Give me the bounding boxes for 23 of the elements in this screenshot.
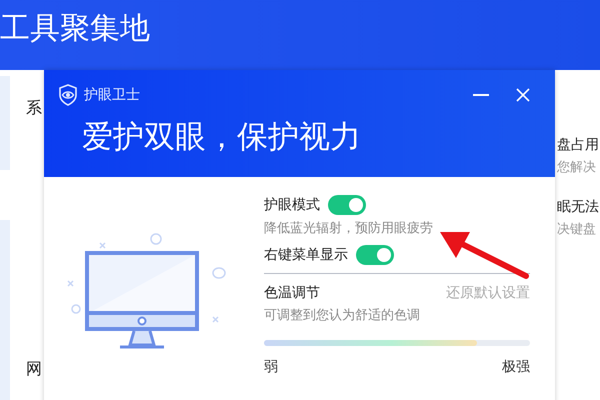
item-description: 您解决 (557, 159, 597, 176)
color-temperature-slider[interactable] (264, 340, 477, 346)
app-title: 工具聚集地 (0, 10, 150, 48)
minimize-icon (473, 94, 489, 96)
section-description: 可调整到您认为舒适的色调 (264, 307, 421, 324)
section-label: 系 (26, 98, 42, 119)
setting-description: 降低蓝光辐射，预防用眼疲劳 (264, 220, 434, 237)
section-title: 色温调节 (264, 284, 320, 302)
toggle-switch[interactable] (356, 245, 394, 265)
dialog-title: 护眼卫士 (84, 86, 140, 104)
reset-link[interactable]: 还原默认设置 (446, 284, 530, 302)
toggle-switch[interactable] (328, 195, 366, 215)
section-label: 网 (26, 359, 42, 380)
item-title: 盘占用 (557, 136, 600, 154)
slider-min-label: 弱 (264, 358, 278, 376)
shield-eye-icon (58, 84, 78, 106)
dialog-heading: 爱护双眼，保护视力 (82, 118, 362, 157)
slider-max-label: 极强 (502, 358, 530, 376)
item-title: 眠无法 (557, 198, 600, 216)
close-icon (515, 87, 531, 103)
setting-label: 右键菜单显示 (264, 246, 348, 264)
setting-label: 护眼模式 (264, 196, 320, 214)
item-description: 决键盘 (557, 221, 597, 238)
